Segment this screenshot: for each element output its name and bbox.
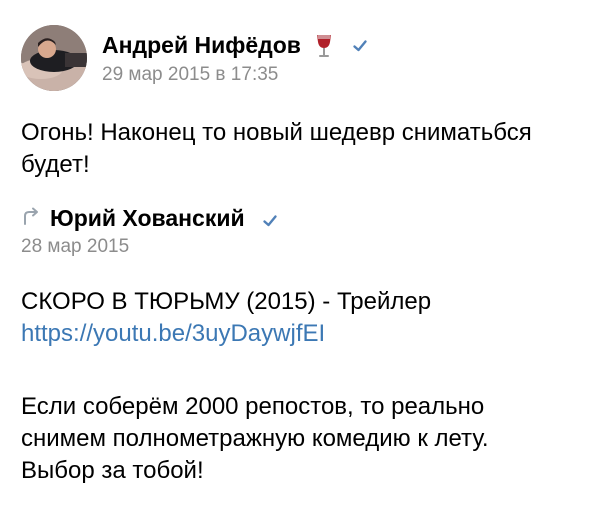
verified-check-icon xyxy=(353,40,367,52)
repost-body-line: Выбор за тобой! xyxy=(21,457,204,484)
repost-video-link[interactable]: https://youtu.be/3uyDaywjfEI xyxy=(21,318,325,350)
author-name[interactable]: Андрей Нифёдов xyxy=(102,32,301,59)
author-avatar[interactable] xyxy=(21,25,87,91)
repost-author-name[interactable]: Юрий Хованский xyxy=(50,205,245,232)
repost-body-text: Если соберём 2000 репостов, то реально с… xyxy=(21,391,581,487)
repost-body-line: Если соберём 2000 репостов, то реально xyxy=(21,393,485,420)
wine-glass-icon xyxy=(317,35,331,57)
wall-post: Андрей Нифёдов 29 мар 2015 в 17:35 Огонь… xyxy=(0,0,604,517)
repost-body-line: снимем полнометражную комедию к лету. xyxy=(21,425,489,452)
verified-check-icon xyxy=(263,215,277,227)
repost-title: СКОРО В ТЮРЬМУ (2015) - Трейлер xyxy=(21,288,432,315)
repost-arrow-icon xyxy=(24,207,38,225)
post-text: Огонь! Наконец то новый шедевр сниматьбс… xyxy=(21,119,532,178)
repost-date[interactable]: 28 мар 2015 xyxy=(21,236,129,258)
post-date[interactable]: 29 мар 2015 в 17:35 xyxy=(102,64,278,86)
